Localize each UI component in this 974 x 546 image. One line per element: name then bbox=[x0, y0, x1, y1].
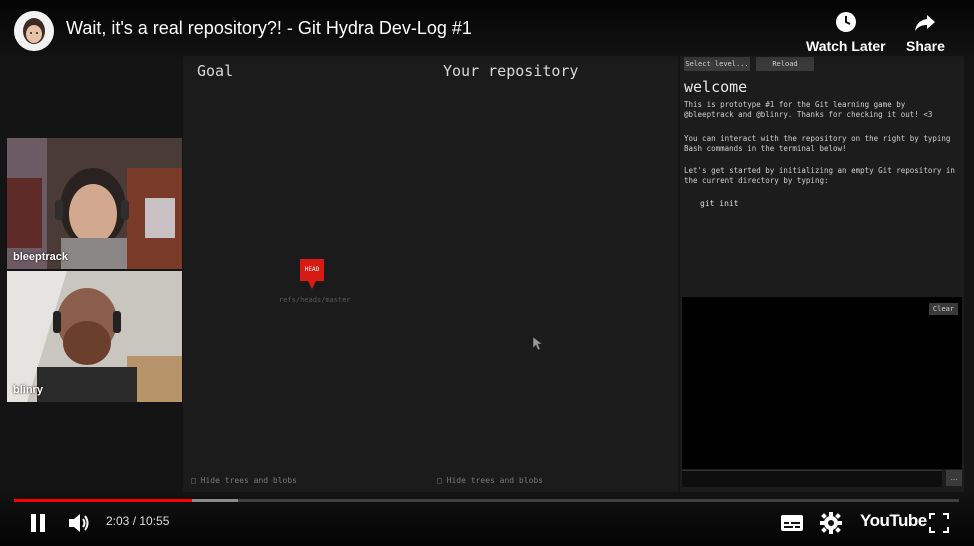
subtitles-icon[interactable] bbox=[780, 513, 804, 533]
player-top-bar: Wait, it's a real repository?! - Git Hyd… bbox=[0, 0, 974, 64]
webcam-name: bleeptrack bbox=[13, 251, 69, 263]
hide-trees-label: Hide trees and blobs bbox=[200, 476, 297, 485]
head-node: HEAD bbox=[300, 259, 324, 281]
welcome-heading: welcome bbox=[684, 78, 748, 96]
video-title-link[interactable]: Wait, it's a real repository?! - Git Hyd… bbox=[66, 18, 472, 39]
repository-title: Your repository bbox=[443, 62, 579, 80]
time-separator: / bbox=[129, 514, 140, 528]
terminal-more-button: ... bbox=[946, 470, 962, 486]
webcam-image bbox=[7, 138, 182, 269]
share-button[interactable]: Share bbox=[906, 10, 945, 54]
settings-gear-icon[interactable] bbox=[820, 512, 842, 534]
webcam-bleeptrack: bleeptrack bbox=[7, 138, 182, 269]
time-display: 2:03 / 10:55 bbox=[106, 514, 169, 528]
time-total: 10:55 bbox=[139, 514, 170, 528]
welcome-paragraph: You can interact with the repository on … bbox=[684, 134, 951, 153]
terminal-output: Clear bbox=[682, 297, 962, 469]
video-frame[interactable]: Goal Your repository HEAD refs/heads/mas… bbox=[0, 0, 974, 546]
mouse-cursor-icon bbox=[533, 337, 543, 351]
head-pointer bbox=[308, 281, 316, 289]
share-arrow-icon bbox=[915, 15, 936, 31]
game-sidebar: Select level... Reload welcome This is p… bbox=[680, 56, 964, 492]
youtube-logo[interactable]: YouTube bbox=[860, 511, 927, 531]
webcam-name: blinry bbox=[13, 384, 43, 396]
checkbox-icon: □ bbox=[191, 476, 196, 485]
avatar-icon bbox=[14, 11, 54, 51]
volume-icon[interactable] bbox=[67, 512, 91, 534]
head-ref-label: refs/heads/master bbox=[279, 296, 351, 304]
hide-trees-label: Hide trees and blobs bbox=[446, 476, 543, 485]
hide-trees-toggle-repo: □ Hide trees and blobs bbox=[437, 476, 543, 485]
progress-bar[interactable] bbox=[14, 499, 959, 502]
watch-later-label: Watch Later bbox=[806, 38, 886, 54]
goal-title: Goal bbox=[197, 62, 234, 80]
watch-later-button[interactable]: Watch Later bbox=[806, 10, 886, 54]
share-label: Share bbox=[906, 38, 945, 54]
welcome-paragraph: This is prototype #1 for the Git learnin… bbox=[684, 100, 933, 119]
clock-icon bbox=[835, 12, 856, 32]
webcam-blinry: blinry bbox=[7, 271, 182, 402]
video-player[interactable]: Goal Your repository HEAD refs/heads/mas… bbox=[0, 0, 974, 546]
time-current: 2:03 bbox=[106, 514, 130, 528]
clear-button: Clear bbox=[928, 303, 958, 315]
checkbox-icon: □ bbox=[437, 476, 442, 485]
progress-played bbox=[14, 499, 192, 502]
webcam-image bbox=[7, 271, 182, 402]
pause-icon[interactable] bbox=[27, 512, 49, 534]
git-hydra-game: Goal Your repository HEAD refs/heads/mas… bbox=[183, 56, 678, 492]
channel-avatar[interactable] bbox=[14, 11, 54, 51]
hide-trees-toggle-goal: □ Hide trees and blobs bbox=[191, 476, 297, 485]
welcome-paragraph: Let's get started by initializing an emp… bbox=[684, 166, 955, 185]
git-init-command: git init bbox=[700, 199, 739, 208]
terminal-input bbox=[682, 470, 942, 487]
fullscreen-icon[interactable] bbox=[929, 513, 949, 533]
